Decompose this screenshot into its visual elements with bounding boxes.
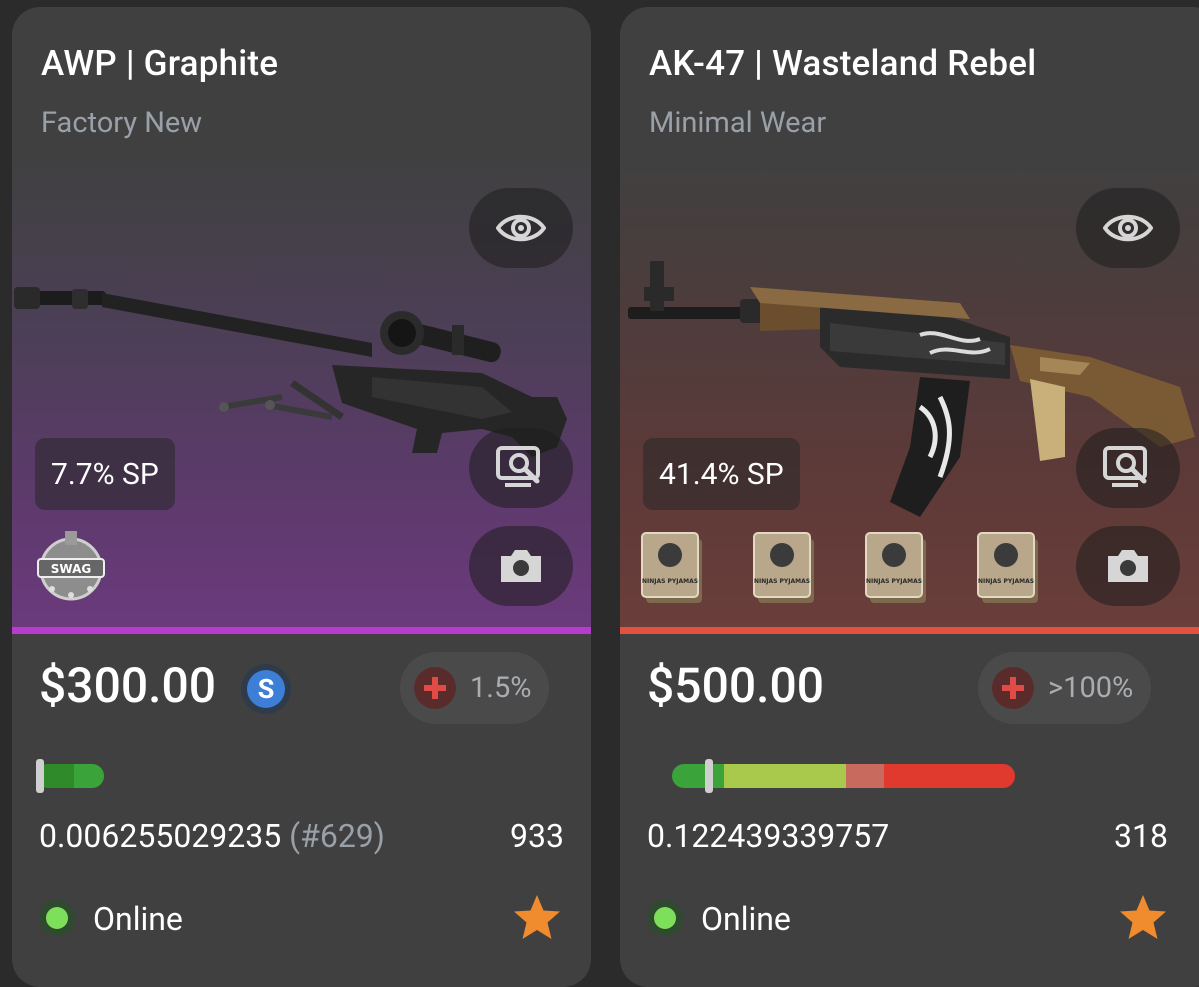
dollar-coin-icon: S [247, 670, 285, 708]
plus-icon [992, 667, 1034, 709]
float-bar [672, 759, 1015, 793]
plus-icon [414, 667, 456, 709]
screenshot-button[interactable] [1076, 526, 1180, 606]
float-rank: (#629) [289, 817, 385, 855]
float-segment-ft [846, 764, 884, 788]
listing-card-ak47-wasteland-rebel[interactable]: AK-47 | Wasteland Rebel Minimal Wear 41.… [620, 7, 1199, 987]
eye-icon [496, 214, 546, 242]
svg-text:NINJAS PYJAMAS: NINJAS PYJAMAS [978, 578, 1034, 585]
rarity-bar [12, 627, 591, 634]
float-number: 0.006255029235 [39, 817, 282, 855]
camera-icon [1108, 550, 1148, 582]
star-icon[interactable] [511, 893, 563, 943]
inspect-ingame-button[interactable] [469, 428, 573, 508]
camera-icon [501, 550, 541, 582]
price-change-pill: 1.5% [400, 652, 550, 724]
listing-card-awp-graphite[interactable]: AWP | Graphite Factory New 7.7% SP SWAG … [12, 7, 591, 987]
float-bar [36, 759, 104, 793]
item-price: $500.00 [647, 657, 825, 714]
rarity-bar [620, 627, 1199, 634]
float-segment-fn [672, 764, 724, 788]
float-segment-bs [884, 764, 1015, 788]
price-change-pill: >100% [978, 652, 1152, 724]
svg-text:NINJAS PYJAMAS: NINJAS PYJAMAS [642, 578, 698, 585]
sticker-nip-4[interactable]: NINJAS PYJAMAS [976, 529, 1042, 607]
float-marker [36, 759, 44, 793]
online-dot-icon [39, 900, 75, 936]
seller-status: Online [701, 900, 791, 938]
float-segment-mw [724, 764, 846, 788]
seller-status: Online [93, 900, 183, 938]
float-marker [705, 759, 713, 793]
item-title[interactable]: AWP | Graphite [41, 43, 278, 84]
item-count: 933 [510, 817, 564, 855]
sticker-nip-3[interactable]: NINJAS PYJAMAS [864, 529, 930, 607]
currency-badge: S [241, 664, 291, 714]
screen-search-icon [496, 446, 540, 487]
item-price: $300.00 [39, 657, 217, 714]
item-wear: Minimal Wear [649, 106, 827, 140]
float-value: 0.122439339757 [647, 817, 889, 855]
price-change-value: >100% [1048, 671, 1134, 705]
price-change-value: 1.5% [470, 671, 532, 705]
item-wear: Factory New [41, 106, 203, 140]
sticker-nip-1[interactable]: NINJAS PYJAMAS [640, 529, 706, 607]
item-count: 318 [1114, 817, 1168, 855]
svg-text:NINJAS PYJAMAS: NINJAS PYJAMAS [866, 578, 922, 585]
svg-text:SWAG: SWAG [51, 562, 91, 576]
sticker-percent-badge: 41.4% SP [643, 438, 800, 510]
screen-search-icon [1103, 446, 1147, 487]
inspect-ingame-button[interactable] [1076, 428, 1180, 508]
sticker-nip-2[interactable]: NINJAS PYJAMAS [752, 529, 818, 607]
float-value: 0.006255029235 (#629) [39, 817, 385, 855]
svg-text:NINJAS PYJAMAS: NINJAS PYJAMAS [754, 578, 810, 585]
float-number: 0.122439339757 [647, 817, 890, 855]
inspect-button[interactable] [1076, 188, 1180, 268]
sticker-swag[interactable]: SWAG [32, 529, 110, 607]
online-dot-icon [647, 900, 683, 936]
screenshot-button[interactable] [469, 526, 573, 606]
inspect-button[interactable] [469, 188, 573, 268]
eye-icon [1103, 214, 1153, 242]
sticker-percent-badge: 7.7% SP [35, 438, 175, 510]
item-title[interactable]: AK-47 | Wasteland Rebel [649, 43, 1036, 84]
star-icon[interactable] [1117, 893, 1169, 943]
